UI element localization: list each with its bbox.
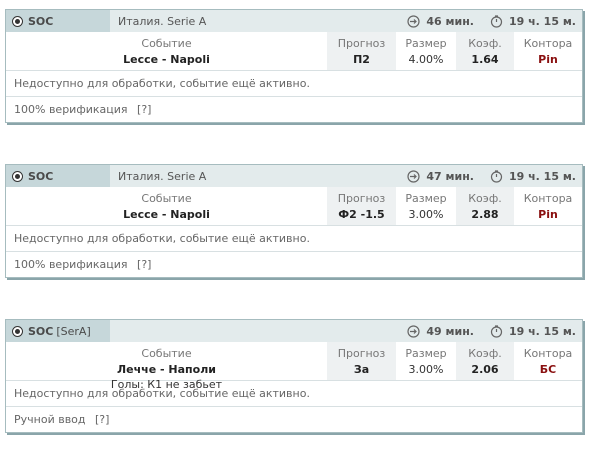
coef-column: Коэф. 2.06 — [456, 342, 514, 380]
league-name: Италия. Serie A — [118, 14, 207, 28]
arrow-clock-icon — [407, 169, 420, 183]
event-header: Событие — [141, 37, 192, 50]
time-info: 46 мин. 19 ч. 15 м. — [407, 10, 582, 32]
forecast-column: Прогноз Ф2 -1.5 — [327, 187, 396, 225]
book-column: Контора Pin — [514, 32, 582, 70]
stopwatch-icon — [490, 324, 503, 338]
verify-row: 100% верификация [?] — [6, 97, 582, 122]
size-value: 3.00% — [408, 363, 444, 376]
verify-text: 100% верификация — [14, 103, 128, 116]
coef-value: 2.06 — [471, 363, 499, 376]
event-name: Lecce - Napoli — [123, 53, 210, 66]
soccer-ball-icon — [12, 15, 23, 27]
coef-header: Коэф. — [468, 192, 502, 205]
bet-card: SOC Италия. Serie A 47 мин. 19 ч. 15 м. … — [5, 164, 583, 278]
time-info: 47 мин. 19 ч. 15 м. — [407, 165, 582, 187]
verify-text: 100% верификация — [14, 258, 128, 271]
forecast-value: П2 — [353, 53, 370, 66]
size-header: Размер — [405, 37, 447, 50]
coef-column: Коэф. 1.64 — [456, 32, 514, 70]
sport-code: SOC — [28, 324, 54, 338]
card-header: SOC Италия. Serie A 47 мин. 19 ч. 15 м. — [6, 165, 582, 187]
time-info: 49 мин. 19 ч. 15 м. — [407, 320, 582, 342]
event-column: Событие Lecce - Napoli — [6, 187, 327, 225]
time-left: 47 мин. — [426, 169, 474, 183]
verify-row: 100% верификация [?] — [6, 252, 582, 277]
verify-text: Ручной ввод — [14, 413, 86, 426]
sport-cell: SOC [SerA] — [6, 320, 110, 342]
forecast-header: Прогноз — [337, 192, 386, 205]
size-header: Размер — [405, 347, 447, 360]
soccer-ball-icon — [12, 325, 23, 337]
book-header: Контора — [523, 192, 573, 205]
forecast-column: Прогноз П2 — [327, 32, 396, 70]
bet-details: Событие Lecce - Napoli Прогноз Ф2 -1.5 Р… — [6, 187, 582, 226]
sport-code: SOC — [28, 14, 54, 28]
time-total: 19 ч. 15 м. — [508, 169, 576, 183]
arrow-clock-icon — [407, 14, 420, 28]
bet-details: Событие Lecce - Napoli Прогноз П2 Размер… — [6, 32, 582, 71]
book-value: Pin — [538, 208, 558, 221]
event-header: Событие — [141, 192, 192, 205]
sport-tag: [SerA] — [56, 324, 91, 338]
forecast-header: Прогноз — [337, 37, 386, 50]
event-column: Событие Лечче - Наполи Голы: К1 не забье… — [6, 342, 327, 391]
card-header: SOC [SerA] 49 мин. 19 ч. 15 м. — [6, 320, 582, 342]
event-column: Событие Lecce - Napoli — [6, 32, 327, 70]
league-name: Италия. Serie A — [118, 169, 207, 183]
sport-code: SOC — [28, 169, 54, 183]
coef-header: Коэф. — [468, 37, 502, 50]
arrow-clock-icon — [407, 324, 420, 338]
bet-details: Событие Лечче - Наполи Голы: К1 не забье… — [6, 342, 582, 391]
book-column: Контора БС — [514, 342, 582, 380]
event-header: Событие — [141, 347, 192, 360]
size-column: Размер 3.00% — [396, 342, 456, 380]
card-header: SOC Италия. Serie A 46 мин. 19 ч. 15 м. — [6, 10, 582, 32]
forecast-column: Прогноз За — [327, 342, 396, 380]
coef-value: 2.88 — [471, 208, 499, 221]
book-value: БС — [539, 363, 557, 376]
size-header: Размер — [405, 192, 447, 205]
size-value: 4.00% — [408, 53, 444, 66]
status-text: Недоступно для обработки, событие ещё ак… — [6, 71, 582, 97]
time-total: 19 ч. 15 м. — [508, 14, 576, 28]
time-left: 49 мин. — [426, 324, 474, 338]
forecast-value: За — [353, 363, 370, 376]
book-column: Контора Pin — [514, 187, 582, 225]
status-text: Недоступно для обработки, событие ещё ак… — [6, 381, 582, 407]
league-name — [110, 320, 407, 342]
soccer-ball-icon — [12, 170, 23, 182]
verify-row: Ручной ввод [?] — [6, 407, 582, 432]
time-left: 46 мин. — [426, 14, 474, 28]
event-name: Лечче - Наполи — [117, 363, 216, 376]
bet-card: SOC [SerA] 49 мин. 19 ч. 15 м. Событие Л… — [5, 319, 583, 433]
stopwatch-icon — [490, 14, 503, 28]
stopwatch-icon — [490, 169, 503, 183]
book-value: Pin — [538, 53, 558, 66]
size-column: Размер 4.00% — [396, 32, 456, 70]
forecast-value: Ф2 -1.5 — [338, 208, 385, 221]
coef-value: 1.64 — [471, 53, 499, 66]
status-text: Недоступно для обработки, событие ещё ак… — [6, 226, 582, 252]
help-link[interactable]: [?] — [95, 413, 109, 426]
coef-header: Коэф. — [468, 347, 502, 360]
size-value: 3.00% — [408, 208, 444, 221]
time-total: 19 ч. 15 м. — [508, 324, 576, 338]
sport-cell: SOC — [6, 10, 110, 32]
book-header: Контора — [523, 37, 573, 50]
size-column: Размер 3.00% — [396, 187, 456, 225]
coef-column: Коэф. 2.88 — [456, 187, 514, 225]
bet-card: SOC Италия. Serie A 46 мин. 19 ч. 15 м. … — [5, 9, 583, 123]
help-link[interactable]: [?] — [137, 103, 151, 116]
event-name: Lecce - Napoli — [123, 208, 210, 221]
help-link[interactable]: [?] — [137, 258, 151, 271]
sport-cell: SOC — [6, 165, 110, 187]
book-header: Контора — [523, 347, 573, 360]
forecast-header: Прогноз — [337, 347, 386, 360]
